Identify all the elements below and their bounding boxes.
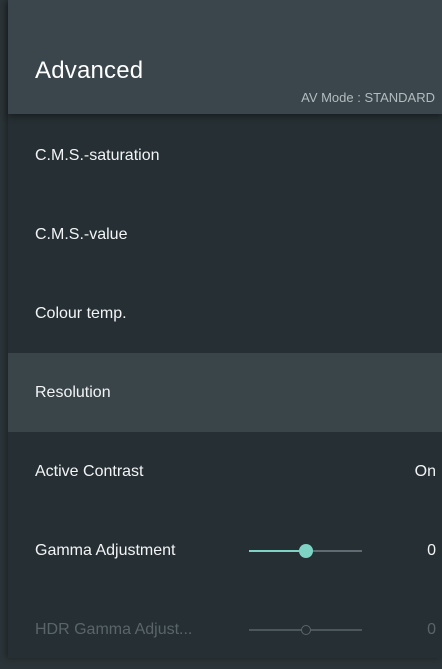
menu-item-active-contrast[interactable]: Active Contrast On	[8, 432, 442, 511]
panel-header: Advanced AV Mode : STANDARD	[8, 0, 442, 114]
menu-item-label: HDR Gamma Adjust...	[35, 620, 193, 638]
advanced-settings-panel: Advanced AV Mode : STANDARD C.M.S.-satur…	[8, 0, 442, 658]
slider-fill	[249, 549, 306, 552]
slider-thumb[interactable]	[298, 543, 313, 558]
settings-list: C.M.S.-saturation C.M.S.-value Colour te…	[8, 116, 442, 669]
page-title: Advanced	[35, 57, 144, 84]
gamma-slider[interactable]	[249, 543, 362, 558]
hdr-gamma-slider	[249, 623, 362, 637]
menu-item-label: C.M.S.-value	[35, 225, 128, 243]
screen: Advanced AV Mode : STANDARD C.M.S.-satur…	[0, 0, 442, 658]
menu-item-cms-value[interactable]: C.M.S.-value	[8, 195, 442, 274]
menu-item-label: Gamma Adjustment	[35, 541, 176, 559]
menu-item-colour-temp[interactable]: Colour temp.	[8, 274, 442, 353]
menu-item-cms-saturation[interactable]: C.M.S.-saturation	[8, 116, 442, 195]
menu-item-label: Active Contrast	[35, 462, 144, 480]
menu-item-resolution[interactable]: Resolution	[8, 353, 442, 432]
menu-item-label: Colour temp.	[35, 304, 127, 322]
hdr-gamma-value: 0	[427, 620, 436, 638]
menu-item-label: Resolution	[35, 383, 111, 401]
menu-item-label: C.M.S.-saturation	[35, 146, 160, 164]
menu-item-hdr-gamma-adjust: HDR Gamma Adjust... 0	[8, 590, 442, 669]
slider-thumb	[300, 624, 311, 635]
av-mode-status: AV Mode : STANDARD	[301, 90, 435, 105]
active-contrast-value: On	[414, 462, 436, 480]
gamma-value: 0	[427, 541, 436, 559]
menu-item-gamma-adjustment[interactable]: Gamma Adjustment 0	[8, 511, 442, 590]
